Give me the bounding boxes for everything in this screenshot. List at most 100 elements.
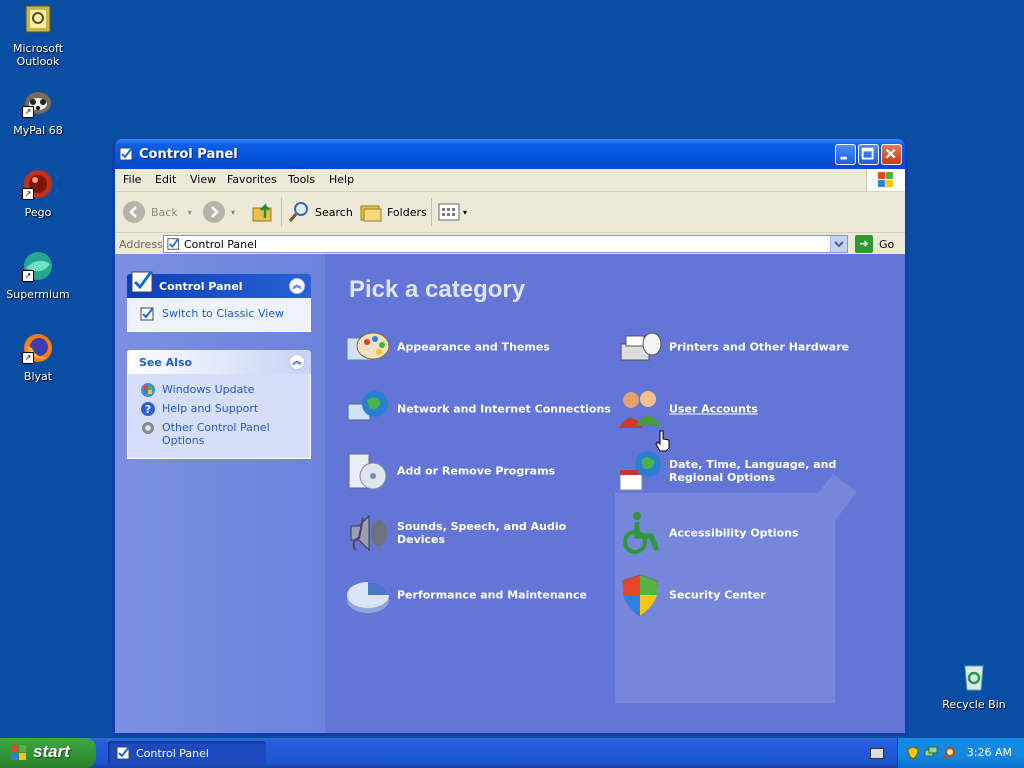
category-security-center[interactable]: Security Center [617,572,887,618]
minimize-button[interactable] [835,144,856,165]
other-options-link[interactable]: Other Control Panel Options [128,418,310,450]
appearance-palette-icon [346,332,390,361]
date-time-globe-icon [619,451,661,491]
category-network[interactable]: Network and Internet Connections [345,386,615,432]
menu-tools[interactable]: Tools [288,173,315,186]
control-panel-icon [131,271,153,293]
collapse-chevron-icon[interactable]: ︽ [289,278,305,294]
category-pane: Pick a category Appearance and Themes Pr… [325,254,905,733]
see-also-header[interactable]: See Also ︽ [127,350,311,374]
desktop-icon-label: Microsoft Outlook [12,42,64,68]
forward-arrow-icon [203,201,225,223]
category-label: Date, Time, Language, and Regional Optio… [669,458,837,484]
task-box-header[interactable]: Control Panel ︽ [127,271,311,298]
collapse-chevron-icon[interactable]: ︽ [289,354,305,370]
start-button[interactable]: start [0,738,96,768]
taskbar-button-control-panel[interactable]: Control Panel [108,741,266,765]
forward-dropdown-icon[interactable]: ▾ [231,208,235,217]
switch-classic-view-link[interactable]: Switch to Classic View [128,304,310,323]
menu-edit[interactable]: Edit [155,173,176,186]
security-shield-icon [622,574,658,617]
add-remove-programs-icon [348,453,387,490]
desktop-icon-label: Blyat [23,370,53,383]
search-label: Search [315,205,353,219]
link-label: Switch to Classic View [162,307,285,320]
shortcut-arrow-icon: ↗ [22,188,34,200]
back-button[interactable]: Back ▾ [123,200,192,224]
category-label: Security Center [669,588,766,602]
desktop-icon-supermium[interactable]: ↗ Supermium [0,250,76,301]
folders-icon [360,205,382,222]
views-icon [438,203,460,221]
category-label: Performance and Maintenance [397,588,587,602]
control-panel-icon [119,146,135,162]
clock[interactable]: 3:26 AM [967,746,1012,759]
desktop-icon-mypal[interactable]: ↗ MyPal 68 [0,86,76,137]
address-bar: Address Control Panel ➜ Go [115,233,905,256]
desktop-icon-pego[interactable]: ↗ Pego [0,168,76,219]
search-icon [288,202,308,222]
address-value: Control Panel [184,238,257,251]
close-button[interactable] [881,144,902,165]
control-panel-task-box: Control Panel ︽ Switch to Classic View [127,271,311,332]
maximize-button[interactable] [858,144,879,165]
task-box-title: Control Panel [159,280,243,293]
category-date-time[interactable]: Date, Time, Language, and Regional Optio… [617,448,887,494]
search-button[interactable]: Search [287,200,353,224]
menu-favorites[interactable]: Favorites [227,173,277,186]
network-tray-icon[interactable] [924,746,938,760]
performance-pie-icon [347,582,389,613]
gear-icon [142,422,154,434]
address-dropdown-icon[interactable] [830,236,847,252]
windows-update-link[interactable]: Windows Update [128,380,310,399]
category-sounds[interactable]: Sounds, Speech, and Audio Devices [345,510,615,556]
category-label: Printers and Other Hardware [669,340,850,354]
page-heading: Pick a category [349,276,526,303]
start-label: start [33,742,70,761]
go-label: Go [879,237,895,251]
see-also-title: See Also [139,356,193,369]
security-shield-tray-icon[interactable] [906,746,920,760]
search-tray-icon[interactable] [942,746,956,760]
desktop-icon-outlook[interactable]: Microsoft Outlook [0,4,76,68]
title-bar[interactable]: Control Panel [115,139,905,169]
category-add-remove[interactable]: Add or Remove Programs [345,448,615,494]
shortcut-arrow-icon: ↗ [22,106,34,118]
link-label: Windows Update [162,383,255,396]
system-tray: 3:26 AM [897,738,1024,768]
category-user-accounts[interactable]: User Accounts [617,386,887,432]
folders-label: Folders [387,205,427,219]
up-folder-icon [252,202,272,222]
firefox-icon: ↗ [22,332,54,364]
link-label: Other Control Panel Options [162,421,270,447]
windows-logo-icon [866,169,905,191]
forward-button[interactable]: ▾ [203,200,235,224]
views-button[interactable]: ▾ [437,200,467,224]
keyboard-icon[interactable] [870,748,884,759]
desktop-icon-label: Recycle Bin [942,698,1006,711]
folders-button[interactable]: Folders [359,200,427,224]
windows-update-icon [141,383,155,397]
pego-icon: ↗ [22,168,54,200]
go-button[interactable]: ➜ Go [855,235,894,253]
desktop-icon-blyat[interactable]: ↗ Blyat [0,332,76,383]
go-arrow-icon: ➜ [855,235,873,253]
window-title: Control Panel [139,147,238,162]
desktop-icon-recycle-bin[interactable]: Recycle Bin [936,660,1012,711]
back-dropdown-icon[interactable]: ▾ [188,208,192,217]
network-globe-icon [347,391,388,421]
mypal-icon: ↗ [22,86,54,118]
category-appearance[interactable]: Appearance and Themes [345,324,615,370]
up-folder-button[interactable] [251,200,275,224]
menu-view[interactable]: View [190,173,216,186]
help-support-link[interactable]: ? Help and Support [128,399,310,418]
category-performance[interactable]: Performance and Maintenance [345,572,615,618]
control-panel-icon [116,746,130,760]
category-accessibility[interactable]: Accessibility Options [617,510,887,556]
back-label: Back [151,205,178,219]
address-input[interactable]: Control Panel [163,235,848,253]
menu-help[interactable]: Help [329,173,354,186]
menu-file[interactable]: File [123,173,141,186]
category-printers[interactable]: Printers and Other Hardware [617,324,887,370]
task-pane: Control Panel ︽ Switch to Classic View S… [115,254,325,733]
